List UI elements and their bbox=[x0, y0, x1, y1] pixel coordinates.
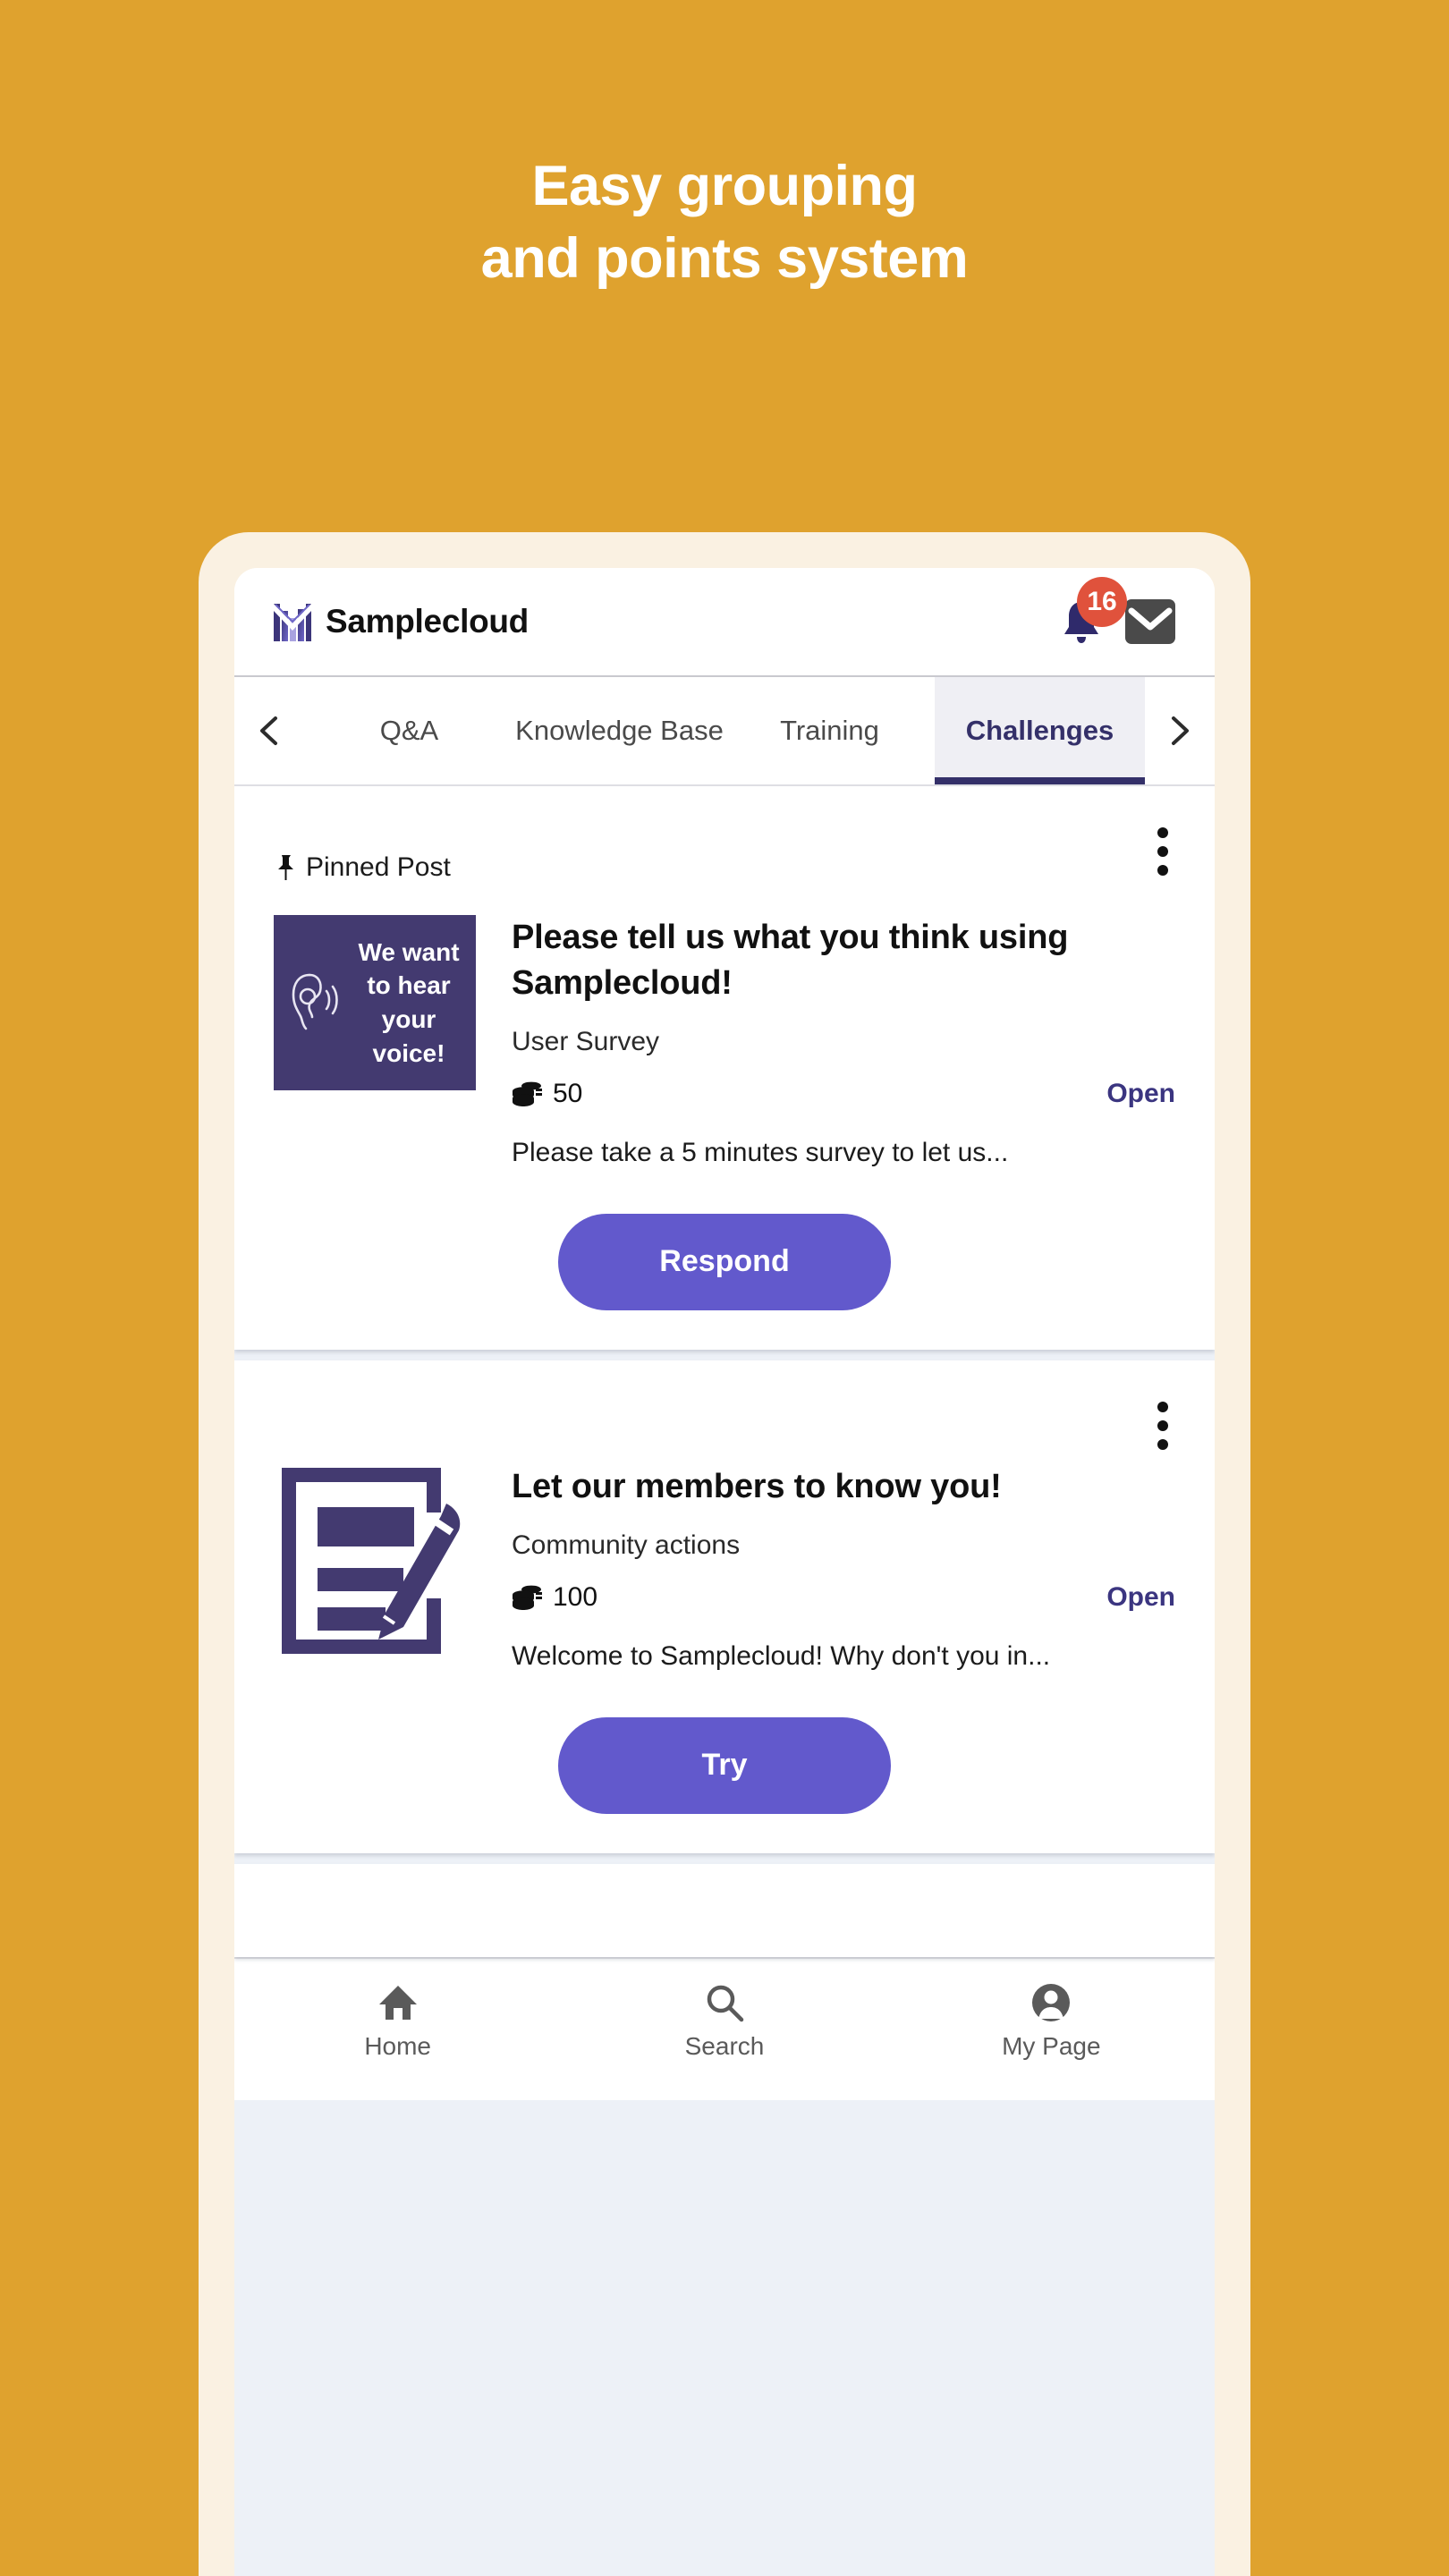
nav-label-my-page: My Page bbox=[1002, 2031, 1101, 2060]
bottom-navigation: Home Search My Page bbox=[234, 1956, 1215, 2100]
chevron-left-icon[interactable] bbox=[234, 677, 304, 784]
cta-row: Respond bbox=[274, 1213, 1175, 1310]
brand[interactable]: Samplecloud bbox=[274, 602, 529, 641]
tab-challenges[interactable]: Challenges bbox=[935, 677, 1145, 784]
post-title[interactable]: Please tell us what you think using Samp… bbox=[512, 915, 1175, 1005]
post-meta: 50 Open bbox=[512, 1079, 1175, 1109]
mail-icon[interactable] bbox=[1125, 599, 1175, 644]
pin-icon bbox=[274, 854, 297, 881]
more-vertical-icon[interactable] bbox=[1157, 827, 1168, 876]
pinned-label: Pinned Post bbox=[306, 852, 451, 882]
post-thumbnail[interactable] bbox=[274, 1463, 476, 1666]
tab-training[interactable]: Training bbox=[724, 677, 935, 784]
points-value: 100 bbox=[512, 1582, 597, 1613]
notifications-button[interactable]: 16 bbox=[1057, 577, 1127, 647]
chevron-right-icon[interactable] bbox=[1145, 677, 1215, 784]
pinned-badge: Pinned Post bbox=[274, 852, 1175, 883]
phone-frame: Samplecloud 16 Q&A Knowledge Base Traini… bbox=[199, 532, 1250, 2576]
headline-line-1: Easy grouping bbox=[531, 155, 918, 217]
try-button[interactable]: Try bbox=[558, 1716, 891, 1814]
nav-item-search[interactable]: Search bbox=[561, 1982, 887, 2061]
tab-bar: Q&A Knowledge Base Training Challenges bbox=[234, 677, 1215, 786]
post-card[interactable]: Pinned Post We want to hear your voice! … bbox=[234, 786, 1215, 1350]
notification-badge: 16 bbox=[1077, 577, 1127, 627]
tab-list: Q&A Knowledge Base Training Challenges bbox=[304, 677, 1145, 784]
post-main: Let our members to know you! Community a… bbox=[512, 1464, 1175, 1678]
post-title[interactable]: Let our members to know you! bbox=[512, 1464, 1175, 1510]
headline-line-2: and points system bbox=[480, 226, 969, 290]
tab-qa[interactable]: Q&A bbox=[304, 677, 514, 784]
post-main: Please tell us what you think using Samp… bbox=[512, 915, 1175, 1174]
post-description: Please take a 5 minutes survey to let us… bbox=[512, 1138, 1009, 1168]
chart-logo-icon bbox=[274, 602, 311, 641]
post-description: Welcome to Samplecloud! Why don't you in… bbox=[512, 1641, 1051, 1672]
nav-label-search: Search bbox=[684, 2031, 765, 2060]
brand-name: Samplecloud bbox=[326, 603, 529, 640]
coins-icon bbox=[512, 1584, 542, 1611]
status-badge: Open bbox=[1106, 1582, 1175, 1613]
promo-headline: Easy grouping and points system bbox=[0, 150, 1449, 294]
post-body: Let our members to know you! Community a… bbox=[274, 1463, 1175, 1678]
home-icon bbox=[377, 1982, 419, 2023]
post-feed[interactable]: Pinned Post We want to hear your voice! … bbox=[234, 786, 1215, 2576]
post-category: User Survey bbox=[512, 1027, 660, 1057]
person-icon bbox=[1030, 1982, 1072, 2023]
tab-knowledge-base[interactable]: Knowledge Base bbox=[514, 677, 724, 784]
post-meta: 100 Open bbox=[512, 1582, 1175, 1613]
post-body: We want to hear your voice! Please tell … bbox=[274, 915, 1175, 1174]
respond-button[interactable]: Respond bbox=[558, 1213, 891, 1310]
post-card[interactable]: Let our members to know you! Community a… bbox=[234, 1360, 1215, 1853]
search-icon bbox=[704, 1982, 745, 2023]
more-vertical-icon[interactable] bbox=[1157, 1401, 1168, 1450]
nav-item-my-page[interactable]: My Page bbox=[888, 1982, 1215, 2061]
status-badge: Open bbox=[1106, 1079, 1175, 1109]
document-pencil-icon bbox=[278, 1464, 471, 1657]
app-header: Samplecloud 16 bbox=[234, 568, 1215, 677]
points-value: 50 bbox=[512, 1079, 582, 1109]
points-number: 50 bbox=[553, 1079, 583, 1109]
phone-screen: Samplecloud 16 Q&A Knowledge Base Traini… bbox=[234, 568, 1215, 2576]
coins-icon bbox=[512, 1080, 542, 1107]
post-thumbnail[interactable]: We want to hear your voice! bbox=[274, 915, 476, 1090]
cta-row: Try bbox=[274, 1716, 1175, 1814]
post-card-partial[interactable] bbox=[234, 1863, 1215, 1957]
thumbnail-caption: We want to hear your voice! bbox=[358, 937, 460, 1067]
points-number: 100 bbox=[553, 1582, 598, 1613]
post-category: Community actions bbox=[512, 1530, 741, 1561]
nav-label-home: Home bbox=[364, 2031, 432, 2060]
header-actions: 16 bbox=[1057, 577, 1175, 647]
ear-listening-icon bbox=[283, 968, 342, 1038]
nav-item-home[interactable]: Home bbox=[234, 1982, 561, 2061]
